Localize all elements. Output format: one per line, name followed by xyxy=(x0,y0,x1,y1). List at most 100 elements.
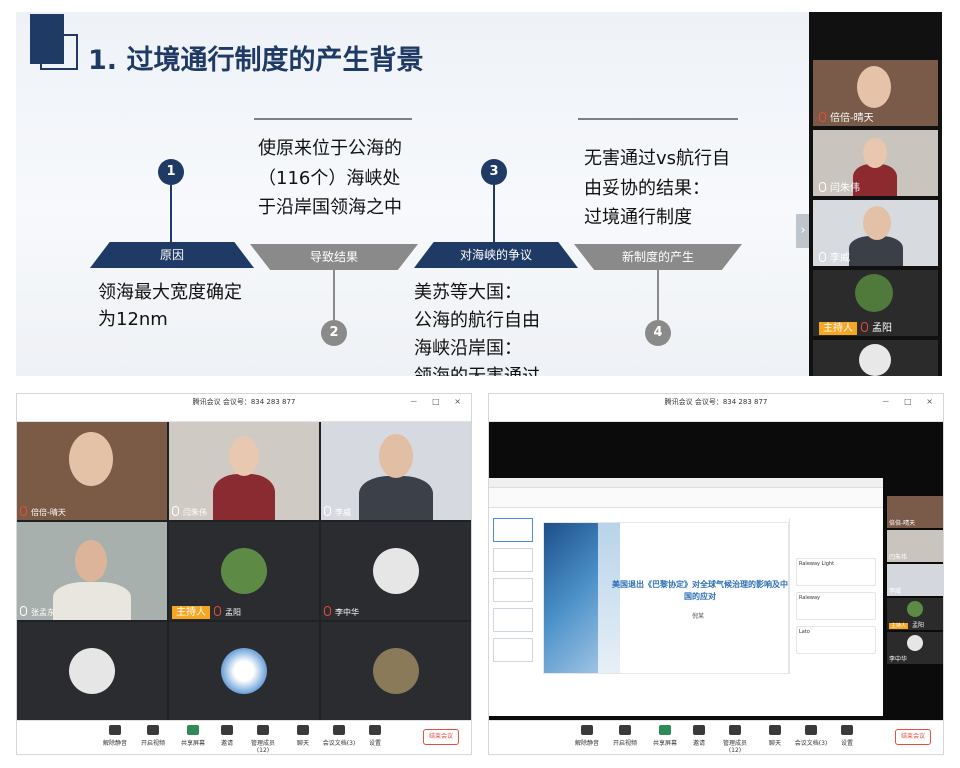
mic-icon xyxy=(581,725,593,735)
avatar-body xyxy=(53,582,131,620)
settings-button[interactable]: 设置 xyxy=(829,725,865,747)
video-tile[interactable] xyxy=(17,622,167,720)
invite-button[interactable]: 邀请 xyxy=(209,725,245,747)
screen-share-area: 美国退出《巴黎协定》对全球气候治理的影响及中国的应对 倪某 Raleway Li… xyxy=(489,422,943,722)
document-icon xyxy=(333,725,345,735)
meeting-window-gallery: 腾讯会议 会议号：834 283 877 － □ × 倍倍-晴天 闫朱伟 李威 … xyxy=(16,393,472,755)
ppt-slide-author: 倪某 xyxy=(692,613,705,620)
chat-icon xyxy=(769,725,781,735)
participant-name: 孟阳 xyxy=(872,323,892,334)
slide-thumbnail[interactable] xyxy=(493,518,533,542)
slide-thumbnail[interactable] xyxy=(493,608,533,632)
window-titlebar: 腾讯会议 会议号：834 283 877 － □ × xyxy=(489,394,943,410)
participant-video[interactable] xyxy=(813,340,938,376)
video-tile[interactable]: 李威 xyxy=(321,422,471,520)
end-meeting-button[interactable]: 结束会议 xyxy=(895,729,931,745)
slide-text: 由妥协的结果： xyxy=(584,178,710,199)
mic-icon xyxy=(20,606,27,616)
slide-text: 于沿岸国领海之中 xyxy=(258,197,402,218)
avatar-image xyxy=(855,274,893,312)
video-tile[interactable]: 闫朱伟 xyxy=(169,422,319,520)
step-label-4: 新制度的产生 xyxy=(574,244,742,270)
mic-icon xyxy=(109,725,121,735)
chat-button[interactable]: 聊天 xyxy=(757,725,793,747)
step-connector xyxy=(170,185,172,243)
title-decoration-outline xyxy=(40,34,78,70)
participant-name: 闫朱伟 xyxy=(830,183,860,194)
members-icon xyxy=(257,725,269,735)
start-video-button[interactable]: 开启视频 xyxy=(607,725,643,747)
invite-button[interactable]: 邀请 xyxy=(681,725,717,747)
participant-video[interactable]: 倍倍-晴天 xyxy=(887,496,943,528)
slide-text: 领海最大宽度确定 xyxy=(98,282,242,303)
settings-button[interactable]: 设置 xyxy=(357,725,393,747)
ppt-slide-title: 美国退出《巴黎协定》对全球气候治理的影响及中国的应对 xyxy=(612,580,788,601)
host-badge: 主持人 xyxy=(889,623,909,629)
avatar xyxy=(863,138,887,168)
chat-icon xyxy=(297,725,309,735)
font-card[interactable]: Raleway Light xyxy=(796,558,876,586)
next-page-button[interactable]: › xyxy=(796,214,809,248)
ppt-tab-bar xyxy=(489,478,883,488)
chat-button[interactable]: 聊天 xyxy=(285,725,321,747)
window-controls[interactable]: － □ × xyxy=(410,394,467,410)
font-card[interactable]: Raleway xyxy=(796,592,876,620)
meeting-docs-button[interactable]: 会议文档(3) xyxy=(793,725,829,747)
slide-text: 无害通过vs航行自 xyxy=(584,148,731,169)
invite-icon xyxy=(693,725,705,735)
step-number-4: 4 xyxy=(645,320,671,346)
participant-name: 李威 xyxy=(830,253,850,264)
participant-video[interactable]: 闫朱伟 xyxy=(813,130,938,196)
mic-muted-icon xyxy=(214,606,221,616)
slide-text: 领海的无害通过 xyxy=(414,362,540,376)
video-tile[interactable]: 李中华 xyxy=(321,522,471,620)
font-card[interactable]: Lato xyxy=(796,626,876,654)
step-label-1: 原因 xyxy=(90,242,254,268)
end-meeting-button[interactable]: 结束会议 xyxy=(423,729,459,745)
avatar xyxy=(75,540,107,582)
mic-icon xyxy=(819,252,826,262)
participant-video[interactable]: 李中华 xyxy=(887,632,943,664)
participant-video[interactable]: 闫朱伟 xyxy=(887,530,943,562)
window-title: 腾讯会议 会议号：834 283 877 xyxy=(664,398,768,406)
mic-icon xyxy=(324,506,331,516)
dandelion-avatar xyxy=(221,648,267,694)
slide-thumbnail[interactable] xyxy=(493,548,533,572)
slide-thumbnail[interactable] xyxy=(493,578,533,602)
video-tile[interactable]: 张孟东 xyxy=(17,522,167,620)
unmute-button[interactable]: 解除静音 xyxy=(97,725,133,747)
video-tile[interactable]: 主持人 孟阳 xyxy=(169,522,319,620)
step-connector xyxy=(493,185,495,243)
video-tile[interactable]: 倍倍-晴天 xyxy=(17,422,167,520)
participant-video[interactable]: 主持人 孟阳 xyxy=(813,270,938,336)
window-titlebar: 腾讯会议 会议号：834 283 877 － □ × xyxy=(17,394,471,410)
start-video-button[interactable]: 开启视频 xyxy=(135,725,171,747)
participant-video[interactable]: 李威 xyxy=(813,200,938,266)
members-icon xyxy=(729,725,741,735)
mic-muted-icon xyxy=(861,322,868,332)
step-label-2: 导致结果 xyxy=(250,244,418,270)
avatar xyxy=(69,432,113,486)
top-meeting-view: 1. 过境通行制度的产生背景 使原来位于公海的 （116个）海峡处 于沿岸国领海… xyxy=(16,12,942,376)
default-avatar-icon xyxy=(859,344,891,376)
video-grid: 倍倍-晴天 闫朱伟 李威 张孟东 主持人 孟阳 李中华 xyxy=(17,422,471,722)
step-number-3: 3 xyxy=(481,159,507,185)
mic-muted-icon xyxy=(819,112,826,122)
manage-members-button[interactable]: 管理成员(12) xyxy=(717,725,753,754)
video-tile[interactable] xyxy=(169,622,319,720)
participant-video[interactable]: 主持人 孟阳 xyxy=(887,598,943,630)
unmute-button[interactable]: 解除静音 xyxy=(569,725,605,747)
video-tile[interactable] xyxy=(321,622,471,720)
slide-thumbnail[interactable] xyxy=(493,638,533,662)
share-screen-button[interactable]: 共享屏幕 xyxy=(175,725,211,747)
share-screen-button[interactable]: 共享屏幕 xyxy=(647,725,683,747)
step-connector xyxy=(333,270,335,320)
slide-text: 公海的航行自由 xyxy=(414,310,540,331)
participant-video[interactable]: 倍倍-晴天 xyxy=(813,60,938,126)
manage-members-button[interactable]: 管理成员(12) xyxy=(245,725,281,754)
participant-strip: 倍倍-晴天 闫朱伟 李威 主持人 孟阳 xyxy=(809,12,942,376)
participant-video[interactable]: 李威 xyxy=(887,564,943,596)
window-controls[interactable]: － □ × xyxy=(882,394,939,410)
meeting-toolbar: 解除静音 开启视频 共享屏幕 邀请 管理成员(12) 聊天 会议文档(3) 设置… xyxy=(17,720,471,754)
meeting-docs-button[interactable]: 会议文档(3) xyxy=(321,725,357,747)
